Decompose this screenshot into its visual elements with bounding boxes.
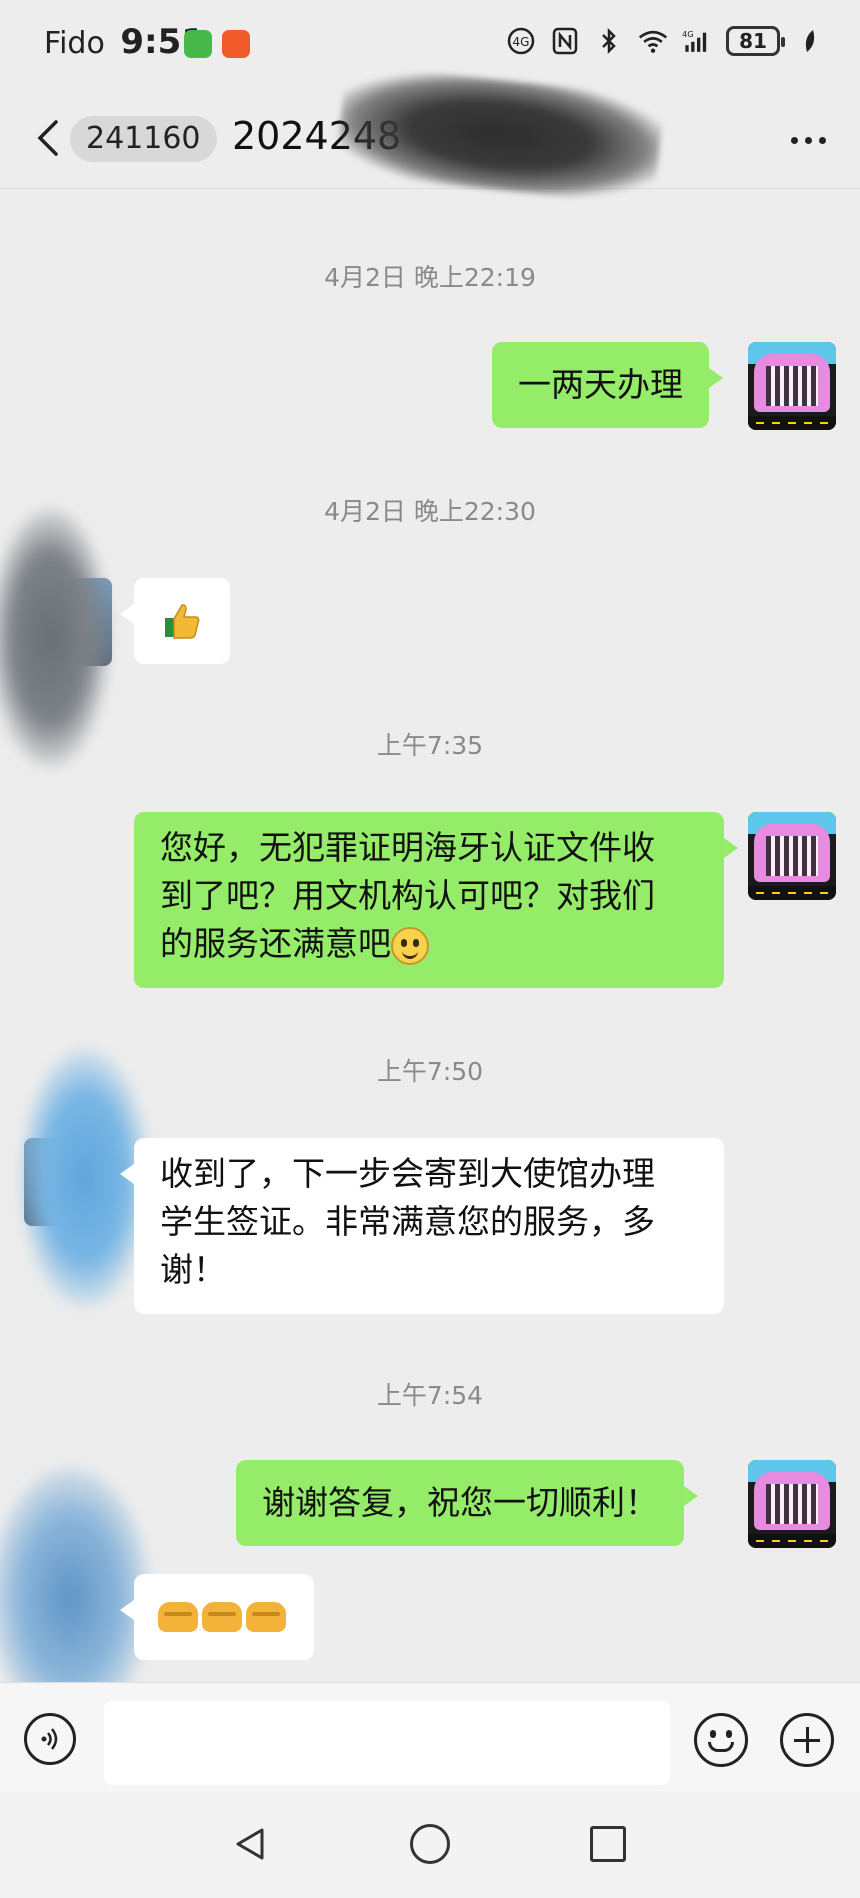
more-dot-icon <box>818 136 826 144</box>
system-navigation-bar <box>0 1792 860 1898</box>
received-message-bubble[interactable] <box>120 578 230 664</box>
back-button[interactable] <box>28 112 68 164</box>
network-label: 4G <box>682 29 694 39</box>
hd-voice-icon: 4G <box>506 26 536 56</box>
message-line: 谢！ <box>160 1250 226 1289</box>
message-input[interactable] <box>104 1701 670 1785</box>
wifi-icon <box>638 26 668 56</box>
chat-header: 241160 2024248 <box>0 63 860 207</box>
leaf-icon <box>794 26 824 56</box>
message-timestamp: 4月2日 晚上22:30 <box>324 497 536 526</box>
unread-count-badge[interactable]: 241160 <box>70 116 217 162</box>
message-input-bar <box>0 1682 860 1793</box>
nav-home-button[interactable] <box>410 1824 450 1864</box>
chevron-left-icon <box>37 120 58 156</box>
thumbs-up-icon <box>165 604 200 639</box>
handshake-icon <box>246 1602 286 1632</box>
message-timestamp: 4月2日 晚上22:19 <box>324 263 536 292</box>
handshake-icon <box>202 1602 242 1632</box>
status-carrier-time: Fido 9:51 <box>44 22 205 62</box>
voice-input-button[interactable] <box>24 1713 76 1765</box>
battery-icon: 81 <box>726 26 785 56</box>
sent-message-bubble[interactable]: 谢谢答复，祝您一切顺利！ <box>236 1460 698 1546</box>
message-list[interactable]: 4月2日 晚上22:19 一两天办理 4月2日 晚上22:30 上午7:35 您… <box>0 188 860 1682</box>
more-dot-icon <box>790 136 798 144</box>
received-message-bubble[interactable]: 收到了，下一步会寄到大使馆办理 学生签证。非常满意您的服务，多 谢！ <box>120 1138 724 1314</box>
more-dot-icon <box>804 136 812 144</box>
cellular-signal-icon: 4G <box>682 26 712 56</box>
emoji-button[interactable] <box>694 1713 748 1767</box>
message-line: 您好，无犯罪证明海牙认证文件收 <box>160 828 655 867</box>
add-attachment-button[interactable] <box>780 1713 834 1767</box>
nav-back-button[interactable] <box>230 1824 270 1864</box>
voice-icon <box>41 1728 58 1750</box>
my-avatar[interactable] <box>748 1460 836 1548</box>
message-line: 收到了，下一步会寄到大使馆办理 <box>160 1154 655 1193</box>
nav-recents-button[interactable] <box>590 1826 626 1862</box>
nfc-icon <box>550 26 580 56</box>
message-line: 学生签证。非常满意您的服务，多 <box>160 1202 655 1241</box>
redaction-blur <box>0 1468 150 1682</box>
svg-text:4G: 4G <box>513 35 530 49</box>
bluetooth-icon <box>594 26 624 56</box>
message-line: 到了吧？用文机构认可吧？对我们 <box>160 876 655 915</box>
received-message-bubble[interactable] <box>120 1574 314 1660</box>
triangle-back-icon <box>236 1828 264 1860</box>
my-avatar[interactable] <box>748 342 836 430</box>
message-timestamp: 上午7:35 <box>376 731 484 760</box>
more-options-button[interactable] <box>784 120 832 160</box>
notification-app-icon-2 <box>222 30 250 58</box>
sent-message-bubble[interactable]: 您好，无犯罪证明海牙认证文件收 到了吧？用文机构认可吧？对我们 的服务还满意吧 <box>134 812 738 988</box>
handshake-icon <box>158 1602 198 1632</box>
message-line: 的服务还满意吧 <box>160 924 391 963</box>
notification-app-icon <box>184 30 212 58</box>
my-avatar[interactable] <box>748 812 836 900</box>
sent-message-bubble[interactable]: 一两天办理 <box>492 342 723 428</box>
message-text: 一两天办理 <box>518 365 683 404</box>
message-text: 谢谢答复，祝您一切顺利！ <box>262 1483 658 1522</box>
carrier-label: Fido <box>44 26 105 61</box>
status-icons: 4G 4G 81 <box>506 26 824 56</box>
smiley-emoji-icon <box>391 926 429 965</box>
message-timestamp: 上午7:54 <box>376 1381 484 1410</box>
